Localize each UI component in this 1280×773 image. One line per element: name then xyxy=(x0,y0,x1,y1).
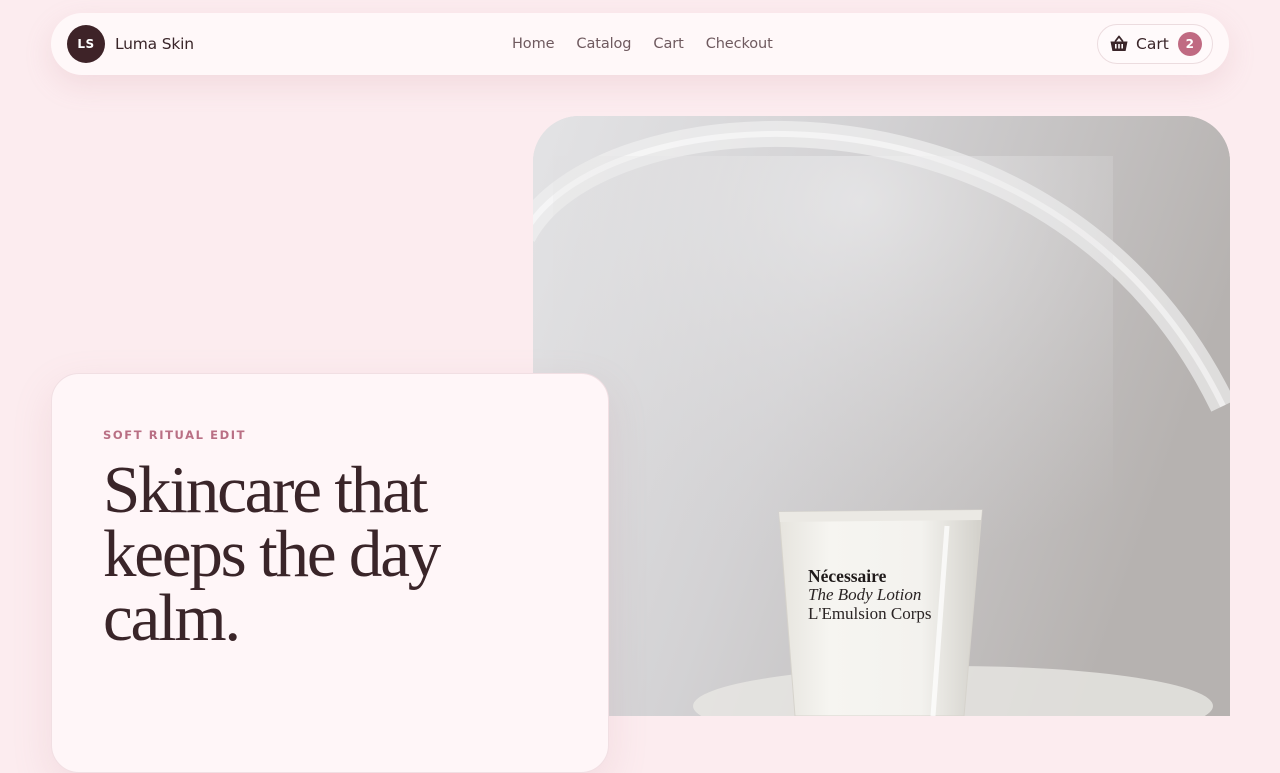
product-label-line1: The Body Lotion xyxy=(808,585,921,604)
brand-home-link[interactable]: LS Luma Skin xyxy=(67,25,194,63)
product-label-line2: L'Emulsion Corps xyxy=(808,604,931,623)
hero-headline: Skincare that keeps the day calm. xyxy=(103,453,441,655)
hero-product-image: Nécessaire The Body Lotion L'Emulsion Co… xyxy=(533,116,1230,716)
nav-link-catalog[interactable]: Catalog xyxy=(576,36,631,52)
hero-card: SOFT RITUAL EDIT Skincare that keeps the… xyxy=(51,373,609,773)
nav-link-cart[interactable]: Cart xyxy=(653,36,683,52)
cart-button-label: Cart xyxy=(1136,35,1169,53)
main-nav: Home Catalog Cart Checkout xyxy=(512,13,773,75)
nav-link-home[interactable]: Home xyxy=(512,36,555,52)
product-label-brand: Nécessaire xyxy=(808,566,887,586)
cart-count-badge: 2 xyxy=(1177,32,1202,56)
cart-button[interactable]: Cart 2 xyxy=(1097,24,1213,64)
basket-icon xyxy=(1109,35,1129,53)
nav-link-checkout[interactable]: Checkout xyxy=(706,36,773,52)
brand-name: Luma Skin xyxy=(115,35,194,53)
hero-eyebrow: SOFT RITUAL EDIT xyxy=(103,428,247,442)
brand-logo-badge: LS xyxy=(67,25,105,63)
lotion-tube: Nécessaire The Body Lotion L'Emulsion Co… xyxy=(778,509,983,716)
top-navbar: LS Luma Skin Home Catalog Cart Checkout … xyxy=(51,13,1229,75)
